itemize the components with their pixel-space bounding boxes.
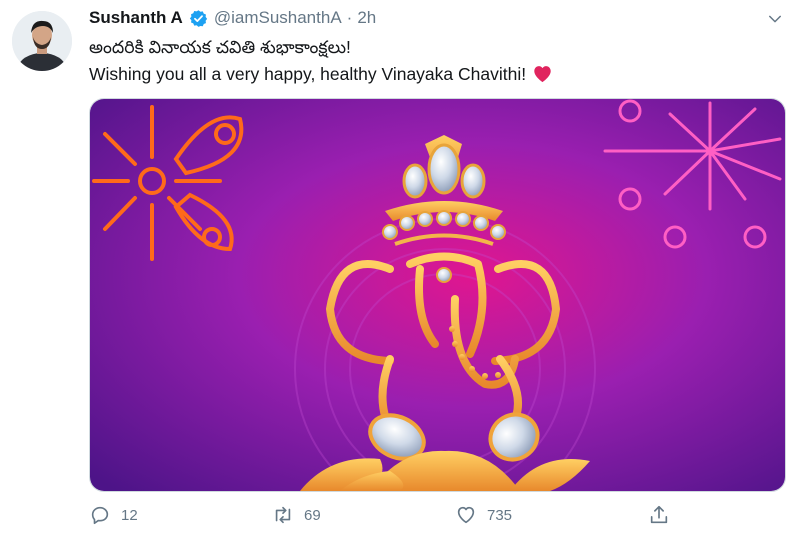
reply-count: 12 — [121, 506, 138, 524]
like-button[interactable]: 735 — [455, 504, 512, 526]
author-name[interactable]: Sushanth A — [89, 8, 183, 28]
heart-icon — [457, 506, 475, 524]
tweet-text-english: Wishing you all a very happy, healthy Vi… — [89, 61, 779, 88]
like-count: 735 — [487, 506, 513, 524]
retweet-count: 69 — [304, 506, 321, 524]
tweet-actions: 12 69 735 — [89, 504, 779, 534]
chevron-down-icon[interactable] — [766, 10, 784, 28]
separator-dot: · — [346, 8, 353, 27]
red-heart-icon — [534, 66, 551, 83]
tweet-media[interactable] — [89, 98, 786, 492]
tweet: Sushanth A @iamSushanthA · 2h అందరికి వి… — [0, 0, 800, 538]
ganesha-illustration-icon — [90, 99, 785, 491]
reply-icon — [91, 506, 109, 525]
reply-button[interactable]: 12 — [89, 504, 138, 526]
tweet-text-telugu: అందరికి వినాయక చవితి శుభాకాంక్షలు! — [89, 37, 351, 57]
verified-badge-icon — [189, 9, 207, 27]
author-handle[interactable]: @iamSushanthA — [214, 8, 342, 28]
share-icon — [650, 505, 668, 524]
tweet-time[interactable]: 2h — [357, 8, 376, 28]
retweet-button[interactable]: 69 — [272, 504, 321, 526]
retweet-icon — [275, 506, 291, 524]
share-button[interactable] — [648, 504, 670, 526]
tweet-text-english-content: Wishing you all a very happy, healthy Vi… — [89, 64, 527, 84]
tweet-text: అందరికి వినాయక చవితి శుభాకాంక్షలు! Wishi… — [89, 34, 779, 88]
tweet-header: Sushanth A @iamSushanthA · 2h — [89, 6, 376, 30]
avatar-image — [12, 11, 72, 71]
avatar[interactable] — [12, 11, 72, 71]
